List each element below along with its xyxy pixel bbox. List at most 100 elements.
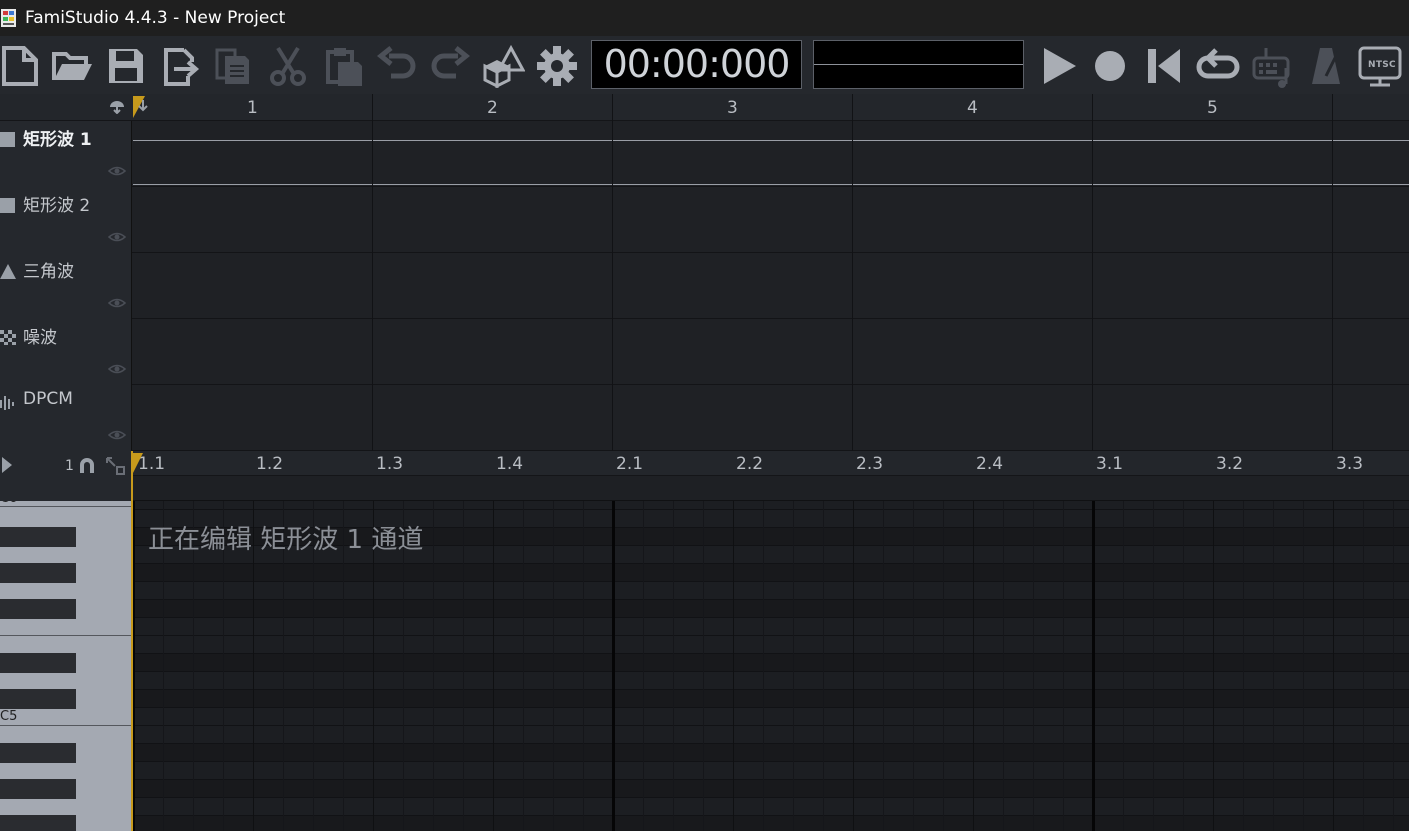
beat-label[interactable]: 1.3 bbox=[376, 454, 403, 474]
grid-column-line bbox=[1393, 501, 1394, 831]
machine-ntsc-button[interactable]: NTSC bbox=[1356, 42, 1404, 90]
save-disk-icon bbox=[109, 49, 143, 83]
grid-row-line bbox=[133, 653, 1409, 654]
channel-header[interactable]: 噪波 bbox=[0, 319, 132, 385]
pattern-number-3[interactable]: 3 bbox=[727, 98, 738, 118]
grid-column-line bbox=[673, 501, 674, 831]
beat-label[interactable]: 3.3 bbox=[1336, 454, 1363, 474]
black-key-row bbox=[133, 653, 1409, 671]
effect-strip[interactable] bbox=[133, 476, 1409, 501]
channel-pattern-area[interactable] bbox=[133, 187, 1409, 253]
channel-header[interactable]: DPCM bbox=[0, 385, 132, 451]
channel-pattern-area[interactable] bbox=[133, 385, 1409, 451]
beat-label[interactable]: 2.1 bbox=[616, 454, 643, 474]
eye-icon[interactable] bbox=[108, 363, 126, 375]
pattern-block[interactable] bbox=[133, 140, 1409, 185]
black-key[interactable] bbox=[0, 599, 76, 619]
title-bar: FamiStudio 4.4.3 - New Project bbox=[0, 0, 1409, 36]
transform-button[interactable] bbox=[479, 42, 527, 90]
eye-icon[interactable] bbox=[108, 231, 126, 243]
play-button[interactable] bbox=[1034, 42, 1082, 90]
beat-label[interactable]: 2.2 bbox=[736, 454, 763, 474]
eye-icon[interactable] bbox=[108, 165, 126, 177]
square-wave-icon bbox=[0, 132, 15, 147]
grid-column-line bbox=[1003, 501, 1004, 831]
pattern-number-5[interactable]: 5 bbox=[1207, 98, 1218, 118]
grid-column-line bbox=[913, 501, 914, 831]
black-key[interactable] bbox=[0, 689, 76, 709]
record-button[interactable] bbox=[1086, 42, 1134, 90]
beat-label[interactable]: 2.4 bbox=[976, 454, 1003, 474]
key-label-c5: C5 bbox=[0, 709, 18, 724]
channel-row-square-1[interactable]: 矩形波 1 bbox=[0, 121, 1409, 187]
cut-button[interactable] bbox=[264, 42, 312, 90]
beat-label[interactable]: 1.2 bbox=[256, 454, 283, 474]
record-icon bbox=[1095, 51, 1125, 81]
export-button[interactable] bbox=[156, 42, 204, 90]
channel-row-square-2[interactable]: 矩形波 2 bbox=[0, 187, 1409, 253]
black-key-row bbox=[133, 599, 1409, 617]
beat-label[interactable]: 1.4 bbox=[496, 454, 523, 474]
channel-header[interactable]: 三角波 bbox=[0, 253, 132, 319]
redo-button[interactable] bbox=[426, 42, 474, 90]
beat-label[interactable]: 3.2 bbox=[1216, 454, 1243, 474]
paste-button[interactable] bbox=[320, 42, 368, 90]
sequencer-panel: 1 2 3 4 5 矩形波 1 矩形波 2 三角波 噪波 DPCM bbox=[0, 94, 1409, 451]
undo-button[interactable] bbox=[373, 42, 421, 90]
editing-channel-message: 正在编辑 矩形波 1 通道 bbox=[148, 525, 424, 555]
octave-divider bbox=[0, 635, 132, 636]
open-folder-icon bbox=[52, 52, 92, 80]
eye-icon[interactable] bbox=[108, 297, 126, 309]
triangle-wave-icon bbox=[0, 264, 16, 279]
black-key[interactable] bbox=[0, 743, 76, 763]
maximize-icon[interactable] bbox=[106, 457, 126, 475]
grid-row-line bbox=[133, 671, 1409, 672]
magnet-snap-icon[interactable] bbox=[78, 457, 96, 473]
pattern-number-4[interactable]: 4 bbox=[967, 98, 978, 118]
black-key[interactable] bbox=[0, 527, 76, 547]
open-project-button[interactable] bbox=[48, 42, 96, 90]
pattern-number-2[interactable]: 2 bbox=[487, 98, 498, 118]
grid-column-line bbox=[1363, 501, 1364, 831]
playhead-marker-icon[interactable] bbox=[133, 96, 153, 118]
eye-icon[interactable] bbox=[108, 429, 126, 441]
grid-row-line bbox=[133, 581, 1409, 582]
black-key[interactable] bbox=[0, 653, 76, 673]
grid-row-line bbox=[133, 509, 1409, 510]
channel-row-triangle[interactable]: 三角波 bbox=[0, 253, 1409, 319]
black-key[interactable] bbox=[0, 563, 76, 583]
settings-button[interactable] bbox=[533, 42, 581, 90]
beat-label[interactable]: 3.1 bbox=[1096, 454, 1123, 474]
note-grid[interactable]: 正在编辑 矩形波 1 通道 bbox=[133, 501, 1409, 831]
beat-label[interactable]: 2.3 bbox=[856, 454, 883, 474]
channel-pattern-area[interactable] bbox=[133, 319, 1409, 385]
pattern-number-1[interactable]: 1 bbox=[247, 98, 258, 118]
grid-column-line bbox=[1123, 501, 1124, 831]
save-project-button[interactable] bbox=[102, 42, 150, 90]
loop-button[interactable] bbox=[1194, 42, 1242, 90]
black-key-row bbox=[133, 743, 1409, 761]
rewind-button[interactable] bbox=[1140, 42, 1188, 90]
playhead-marker-icon[interactable] bbox=[133, 453, 145, 473]
channel-pattern-area[interactable] bbox=[133, 121, 1409, 187]
channel-pattern-area[interactable] bbox=[133, 253, 1409, 319]
black-key[interactable] bbox=[0, 815, 76, 831]
metronome-button[interactable] bbox=[1302, 42, 1350, 90]
channel-row-dpcm[interactable]: DPCM bbox=[0, 385, 1409, 451]
grid-row-line bbox=[133, 563, 1409, 564]
black-key[interactable] bbox=[0, 779, 76, 799]
expand-arrow-icon[interactable] bbox=[2, 457, 12, 473]
grid-column-line bbox=[1153, 501, 1154, 831]
octave-divider bbox=[0, 506, 132, 507]
channel-header[interactable]: 矩形波 2 bbox=[0, 187, 132, 253]
expand-channels-icon[interactable] bbox=[109, 100, 125, 114]
new-project-button[interactable] bbox=[0, 42, 44, 90]
timecode-display[interactable]: 00:00:000 bbox=[591, 40, 802, 89]
piano-keyboard[interactable]: C6 C5 bbox=[0, 501, 132, 831]
channel-row-noise[interactable]: 噪波 bbox=[0, 319, 1409, 385]
undo-icon bbox=[376, 46, 416, 79]
copy-button[interactable] bbox=[209, 42, 257, 90]
snap-resolution-label: 1 bbox=[65, 458, 74, 474]
channel-header[interactable]: 矩形波 1 bbox=[0, 121, 132, 187]
qwerty-input-button[interactable] bbox=[1248, 42, 1296, 90]
